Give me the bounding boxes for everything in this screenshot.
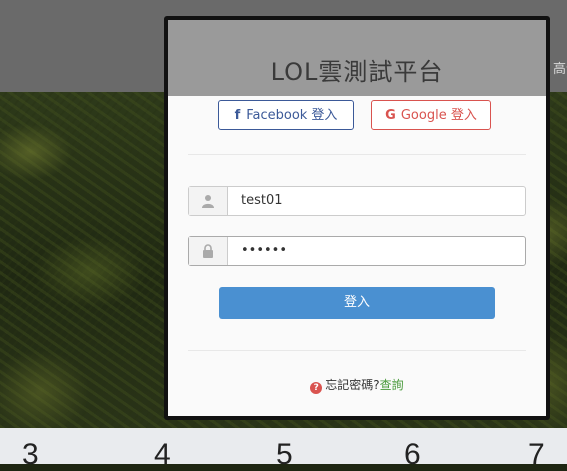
google-login-label: Google 登入 (400, 108, 477, 123)
username-addon (189, 187, 228, 215)
query-link[interactable]: 查詢 (380, 378, 404, 392)
question-circle-icon: ? (310, 382, 323, 394)
password-field[interactable]: •••••• (188, 236, 526, 266)
username-field[interactable]: test01 (188, 186, 526, 216)
login-panel: LOL雲測試平台 f Facebook 登入 G Google 登入 test01 (168, 20, 546, 416)
forgot-password-row: ? 忘記密碼?查詢 (168, 376, 546, 394)
number-label: 4 (154, 438, 171, 471)
login-modal: LOL雲測試平台 f Facebook 登入 G Google 登入 test01 (164, 16, 550, 420)
modal-title: LOL雲測試平台 (270, 58, 444, 86)
number-label: 7 (528, 438, 545, 471)
forgot-password-text: 忘記密碼? (325, 378, 380, 392)
lock-icon (203, 244, 213, 258)
divider (188, 154, 526, 155)
google-login-button[interactable]: G Google 登入 (371, 100, 491, 130)
facebook-login-label: Facebook 登入 (246, 108, 338, 123)
number-label: 6 (404, 438, 421, 471)
login-button[interactable]: 登入 (219, 287, 495, 319)
username-input[interactable]: test01 (241, 187, 283, 215)
user-icon (202, 195, 214, 208)
header-text-fragment: 高介 (553, 62, 567, 76)
google-icon: G (385, 108, 396, 123)
facebook-login-button[interactable]: f Facebook 登入 (218, 100, 354, 130)
number-label: 3 (22, 438, 39, 471)
divider (188, 350, 526, 351)
facebook-icon: f (234, 108, 241, 123)
password-addon (189, 237, 228, 265)
number-label: 5 (276, 438, 293, 471)
password-input[interactable]: •••••• (241, 237, 287, 265)
